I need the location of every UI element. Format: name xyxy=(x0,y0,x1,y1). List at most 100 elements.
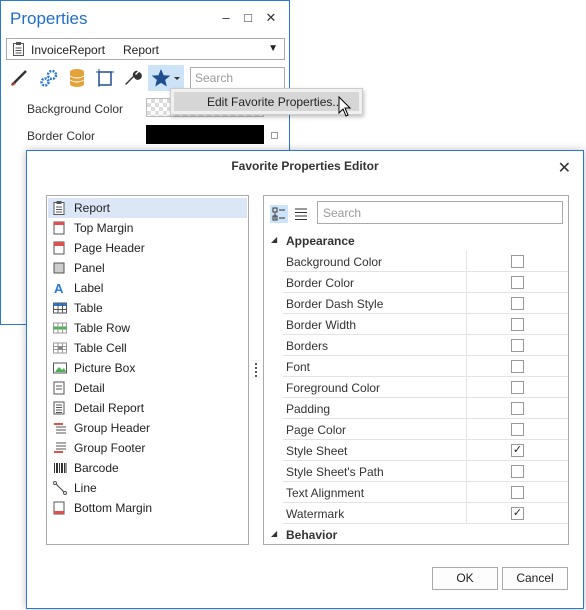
wrench-icon[interactable] xyxy=(120,65,146,91)
table-row-icon xyxy=(53,321,67,335)
minimize-button[interactable]: – xyxy=(218,10,234,26)
property-name: Page Color xyxy=(286,423,347,437)
list-item-label: Detail Report xyxy=(74,401,145,415)
favorite-checkbox[interactable] xyxy=(511,339,524,352)
property-name: Text Alignment xyxy=(286,486,365,500)
list-item[interactable]: Panel xyxy=(48,258,247,278)
list-item-label: Panel xyxy=(74,261,105,275)
column-divider xyxy=(466,461,467,482)
list-item[interactable]: Table xyxy=(48,298,247,318)
close-button[interactable]: ✕ xyxy=(263,10,279,26)
list-item[interactable]: Group Header xyxy=(48,418,247,438)
chevron-down-icon[interactable]: ▼ xyxy=(268,43,278,54)
property-name: Padding xyxy=(286,402,331,416)
property-row: Background Color xyxy=(283,251,568,272)
favorite-checkbox[interactable]: ✓ xyxy=(511,507,524,520)
column-divider xyxy=(466,398,467,419)
column-divider xyxy=(466,482,467,503)
database-icon[interactable] xyxy=(64,65,90,91)
brush-icon[interactable] xyxy=(6,65,32,91)
panel-icon xyxy=(53,261,67,275)
picture-box-icon xyxy=(53,361,67,375)
column-divider xyxy=(466,251,467,272)
property-name: Border Color xyxy=(286,276,355,290)
dialog-close-button[interactable]: ✕ xyxy=(558,158,571,178)
favorite-checkbox[interactable] xyxy=(511,402,524,415)
list-item[interactable]: Page Header xyxy=(48,238,247,258)
properties-titlebar: Properties – □ ✕ xyxy=(1,1,289,35)
property-search-input[interactable]: Search xyxy=(317,201,563,224)
list-item[interactable]: Top Margin xyxy=(48,218,247,238)
category-row[interactable]: ◢ Appearance xyxy=(264,230,568,251)
list-item[interactable]: Report xyxy=(48,198,247,218)
categorized-view-icon[interactable] xyxy=(270,205,288,223)
favorite-checkbox[interactable]: ✓ xyxy=(511,444,524,457)
list-item[interactable]: Detail Report xyxy=(48,398,247,418)
list-item[interactable]: Table Cell xyxy=(48,338,247,358)
page-header-icon xyxy=(53,241,67,255)
collapse-caret-icon[interactable]: ◢ xyxy=(271,235,277,244)
maximize-button[interactable]: □ xyxy=(240,10,256,26)
properties-title: Properties xyxy=(10,9,88,28)
ok-button[interactable]: OK xyxy=(432,567,498,590)
property-marker-box[interactable] xyxy=(271,132,278,139)
list-item-label: Table xyxy=(74,301,103,315)
property-row: Page Color xyxy=(283,419,568,440)
property-row: Watermark ✓ xyxy=(283,503,568,524)
list-item-label: Picture Box xyxy=(74,361,136,375)
property-name: Border Width xyxy=(286,318,357,332)
list-item-label: Group Header xyxy=(74,421,151,435)
list-item[interactable]: Line xyxy=(48,478,247,498)
favorite-checkbox[interactable] xyxy=(511,465,524,478)
list-item[interactable]: Table Row xyxy=(48,318,247,338)
table-cell-icon xyxy=(53,341,67,355)
property-name: Border Dash Style xyxy=(286,297,384,311)
property-row: Foreground Color xyxy=(283,377,568,398)
component-selector[interactable]: InvoiceReport Report ▼ xyxy=(6,38,285,60)
selector-type: Report xyxy=(123,43,160,57)
favorite-checkbox[interactable] xyxy=(511,318,524,331)
property-name: Background Color xyxy=(286,255,383,269)
detail-icon xyxy=(53,381,67,395)
edit-favorite-properties-menu-item[interactable]: Edit Favorite Properties... xyxy=(174,92,359,111)
list-item-label: Label xyxy=(74,281,104,295)
list-item-label: Bottom Margin xyxy=(74,501,153,515)
column-divider xyxy=(466,356,467,377)
category-label: Appearance xyxy=(286,234,355,248)
list-item[interactable]: Picture Box xyxy=(48,358,247,378)
layout-icon[interactable] xyxy=(92,65,118,91)
favorite-checkbox[interactable] xyxy=(511,486,524,499)
favorites-context-menu: Edit Favorite Properties... xyxy=(170,88,363,115)
property-name: Foreground Color xyxy=(286,381,381,395)
list-item-label: Barcode xyxy=(74,461,119,475)
list-item[interactable]: Detail xyxy=(48,378,247,398)
favorite-checkbox[interactable] xyxy=(511,255,524,268)
favorite-checkbox[interactable] xyxy=(511,423,524,436)
mouse-cursor-icon xyxy=(338,95,352,121)
gears-icon[interactable] xyxy=(36,65,62,91)
category-row[interactable]: ◢ Behavior xyxy=(264,524,568,544)
svg-text:A: A xyxy=(54,281,64,295)
list-item-label: Table Cell xyxy=(74,341,127,355)
border-color-swatch[interactable] xyxy=(146,125,264,144)
properties-search-input[interactable]: Search xyxy=(190,67,285,89)
column-divider xyxy=(466,335,467,356)
property-row: Padding xyxy=(283,398,568,419)
column-divider xyxy=(466,272,467,293)
splitter-handle[interactable] xyxy=(255,363,257,377)
group-footer-icon xyxy=(53,441,67,455)
alphabetical-view-icon[interactable] xyxy=(292,205,310,223)
border-color-label: Border Color xyxy=(27,129,96,143)
list-item[interactable]: A Label xyxy=(48,278,247,298)
favorite-checkbox[interactable] xyxy=(511,276,524,289)
collapse-caret-icon[interactable]: ◢ xyxy=(271,529,277,538)
list-item[interactable]: Group Footer xyxy=(48,438,247,458)
property-row: Border Width xyxy=(283,314,568,335)
list-item-label: Group Footer xyxy=(74,441,146,455)
favorite-checkbox[interactable] xyxy=(511,360,524,373)
list-item[interactable]: Barcode xyxy=(48,458,247,478)
cancel-button[interactable]: Cancel xyxy=(502,567,568,590)
list-item[interactable]: Bottom Margin xyxy=(48,498,247,518)
favorite-checkbox[interactable] xyxy=(511,381,524,394)
favorite-checkbox[interactable] xyxy=(511,297,524,310)
